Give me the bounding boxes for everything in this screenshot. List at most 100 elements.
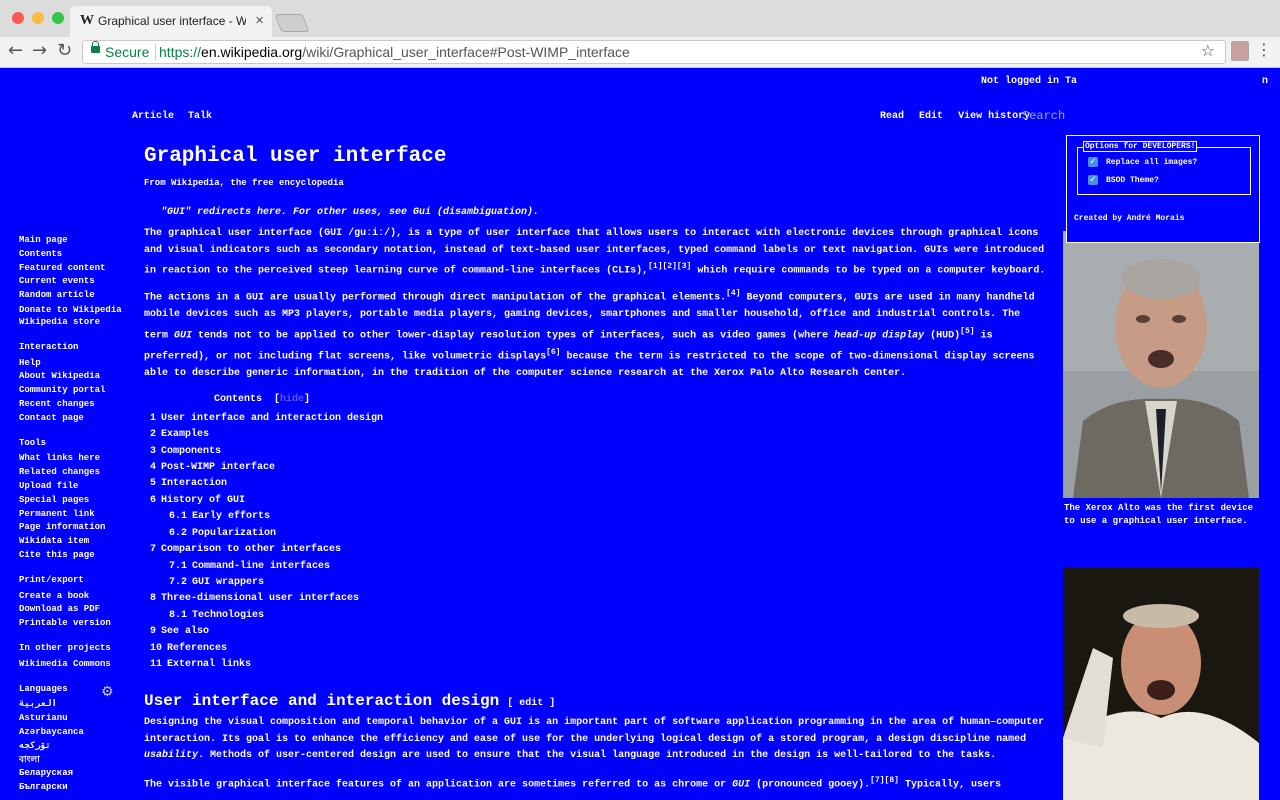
sidebar-heading-tools: Tools [19,437,47,448]
sidebar-item-commons[interactable]: Wikimedia Commons [19,658,124,672]
minimize-window-button[interactable] [32,12,44,24]
toc-item[interactable]: 3 Components [150,444,1049,460]
url-text[interactable]: https://en.wikipedia.org/wiki/Graphical_… [159,44,630,60]
toc-number: 5 [150,478,157,490]
maximize-window-button[interactable] [52,12,64,24]
sidebar-item-contents[interactable]: Contents [19,248,124,262]
reload-icon[interactable]: ↻ [57,40,72,61]
gear-icon[interactable]: ⚙ [101,685,114,700]
sidebar-item-community[interactable]: Community portal [19,384,124,398]
login-link[interactable]: n [1262,76,1268,87]
sidebar-item-page-info[interactable]: Page information [19,521,124,535]
xerox-alto-photo[interactable] [1063,231,1259,498]
not-logged-in: Not logged in Ta [981,76,1078,87]
toc-item[interactable]: 6.1 Early efforts [150,509,1049,525]
section-edit-link[interactable]: [ edit ] [507,698,555,709]
sidebar-item-about[interactable]: About Wikipedia [19,370,124,384]
toc-text: Components [161,445,222,457]
table-of-contents: Contents [hide] 1 User interface and inte… [150,392,1049,673]
sidebar-item-cite[interactable]: Cite this page [19,549,124,563]
citation-link[interactable]: [5] [960,327,974,336]
checkbox-checked-icon[interactable]: ✓ [1088,175,1098,185]
sidebar-item-permanent-link[interactable]: Permanent link [19,508,124,522]
sidebar-item-store[interactable]: Wikipedia store [19,316,124,330]
checkbox-checked-icon[interactable]: ✓ [1088,157,1098,167]
toc-text: GUI wrappers [192,576,265,588]
toc-item[interactable]: 11 External links [150,657,1049,673]
search-input[interactable]: Search [1022,109,1065,123]
back-icon[interactable]: ← [8,40,23,61]
edit-label: edit [519,698,544,710]
language-link[interactable]: Беларуская [19,767,124,781]
sidebar-item-special-pages[interactable]: Special pages [19,494,124,508]
toc-item[interactable]: 8 Three-dimensional user interfaces [150,591,1049,607]
toc-title: Contents [214,394,263,406]
language-link[interactable]: Azərbaycanca [19,726,124,740]
sidebar-item-upload[interactable]: Upload file [19,480,124,494]
text: GUI [732,779,751,791]
text: The visible graphical interface features… [144,779,733,791]
language-link[interactable]: تۆرکجه [19,740,124,754]
toc-item[interactable]: 7 Comparison to other interfaces [150,542,1049,558]
language-link[interactable]: العربية [19,698,124,712]
tab-article[interactable]: Article [132,111,174,122]
toc-item[interactable]: 2 Examples [150,427,1049,443]
new-tab-button[interactable] [274,14,310,32]
toc-item[interactable]: 1 User interface and interaction design [150,411,1049,427]
forward-icon[interactable]: → [32,40,47,61]
star-icon[interactable]: ☆ [1201,41,1215,60]
toc-item[interactable]: 6.2 Popularization [150,526,1049,542]
sidebar-item-create-book[interactable]: Create a book [19,590,124,604]
tab-view-history[interactable]: View history [958,111,1030,122]
sidebar-item-printable[interactable]: Printable version [19,617,124,631]
toc-item[interactable]: 6 History of GUI [150,493,1049,509]
toc-item[interactable]: 7.1 Command-line interfaces [150,559,1049,575]
menu-icon[interactable]: ⋮ [1256,40,1272,59]
browser-tab[interactable]: W Graphical user interface - Wiki × [70,6,272,37]
sidebar-item-featured[interactable]: Featured content [19,262,124,276]
sidebar-item-random[interactable]: Random article [19,289,124,303]
citation-link[interactable]: [7][8] [870,776,899,785]
address-bar[interactable]: Secure https://en.wikipedia.org/wiki/Gra… [82,40,1226,64]
extension-icon[interactable] [1231,41,1249,61]
sidebar-item-current-events[interactable]: Current events [19,275,124,289]
toc-item[interactable]: 9 See also [150,624,1049,640]
toc-text: Popularization [192,527,277,539]
language-link[interactable]: Asturianu [19,712,124,726]
language-link[interactable]: Български [19,781,124,795]
toc-text: Post-WIMP interface [161,462,276,474]
toc-text: Command-line interfaces [192,560,331,572]
toc-number: 3 [150,445,157,457]
sidebar-item-donate[interactable]: Donate to Wikipedia [19,305,124,315]
toc-hide-link[interactable]: hide [280,394,304,405]
citation-link[interactable]: [4] [726,289,740,298]
tab-read[interactable]: Read [880,111,904,122]
sidebar-item-contact[interactable]: Contact page [19,412,124,426]
ballmer-photo[interactable] [1063,568,1259,800]
toc-header: Contents [hide] [214,394,311,406]
sidebar-item-related-changes[interactable]: Related changes [19,466,124,480]
close-window-button[interactable] [12,12,24,24]
toc-item[interactable]: 4 Post-WIMP interface [150,460,1049,476]
sidebar-item-recent-changes[interactable]: Recent changes [19,398,124,412]
toc-item[interactable]: 10 References [150,641,1049,657]
page-title: Graphical user interface [144,145,447,168]
sidebar-item-help[interactable]: Help [19,357,124,371]
tab-edit[interactable]: Edit [919,111,943,122]
toc-item[interactable]: 5 Interaction [150,476,1049,492]
sidebar-item-download-pdf[interactable]: Download as PDF [19,603,124,617]
replace-images-option[interactable]: ✓ Replace all images? [1088,157,1197,167]
tab-close-icon[interactable]: × [255,12,264,29]
toc-item[interactable]: 7.2 GUI wrappers [150,575,1049,591]
toc-item[interactable]: 8.1 Technologies [150,608,1049,624]
bsod-theme-option[interactable]: ✓ BSOD Theme? [1088,175,1159,185]
sidebar-item-wikidata[interactable]: Wikidata item [19,535,124,549]
language-link[interactable]: বাংলা [19,754,124,768]
sidebar-item-main-page[interactable]: Main page [19,234,124,248]
citation-link[interactable]: [6] [546,348,560,357]
url-path: /wiki/Graphical_user_interface#Post-WIMP… [302,44,630,60]
tab-talk[interactable]: Talk [188,111,212,122]
text: GUI [324,228,343,240]
citation-link[interactable]: [1][2][3] [648,262,691,271]
sidebar-item-what-links[interactable]: What links here [19,452,124,466]
